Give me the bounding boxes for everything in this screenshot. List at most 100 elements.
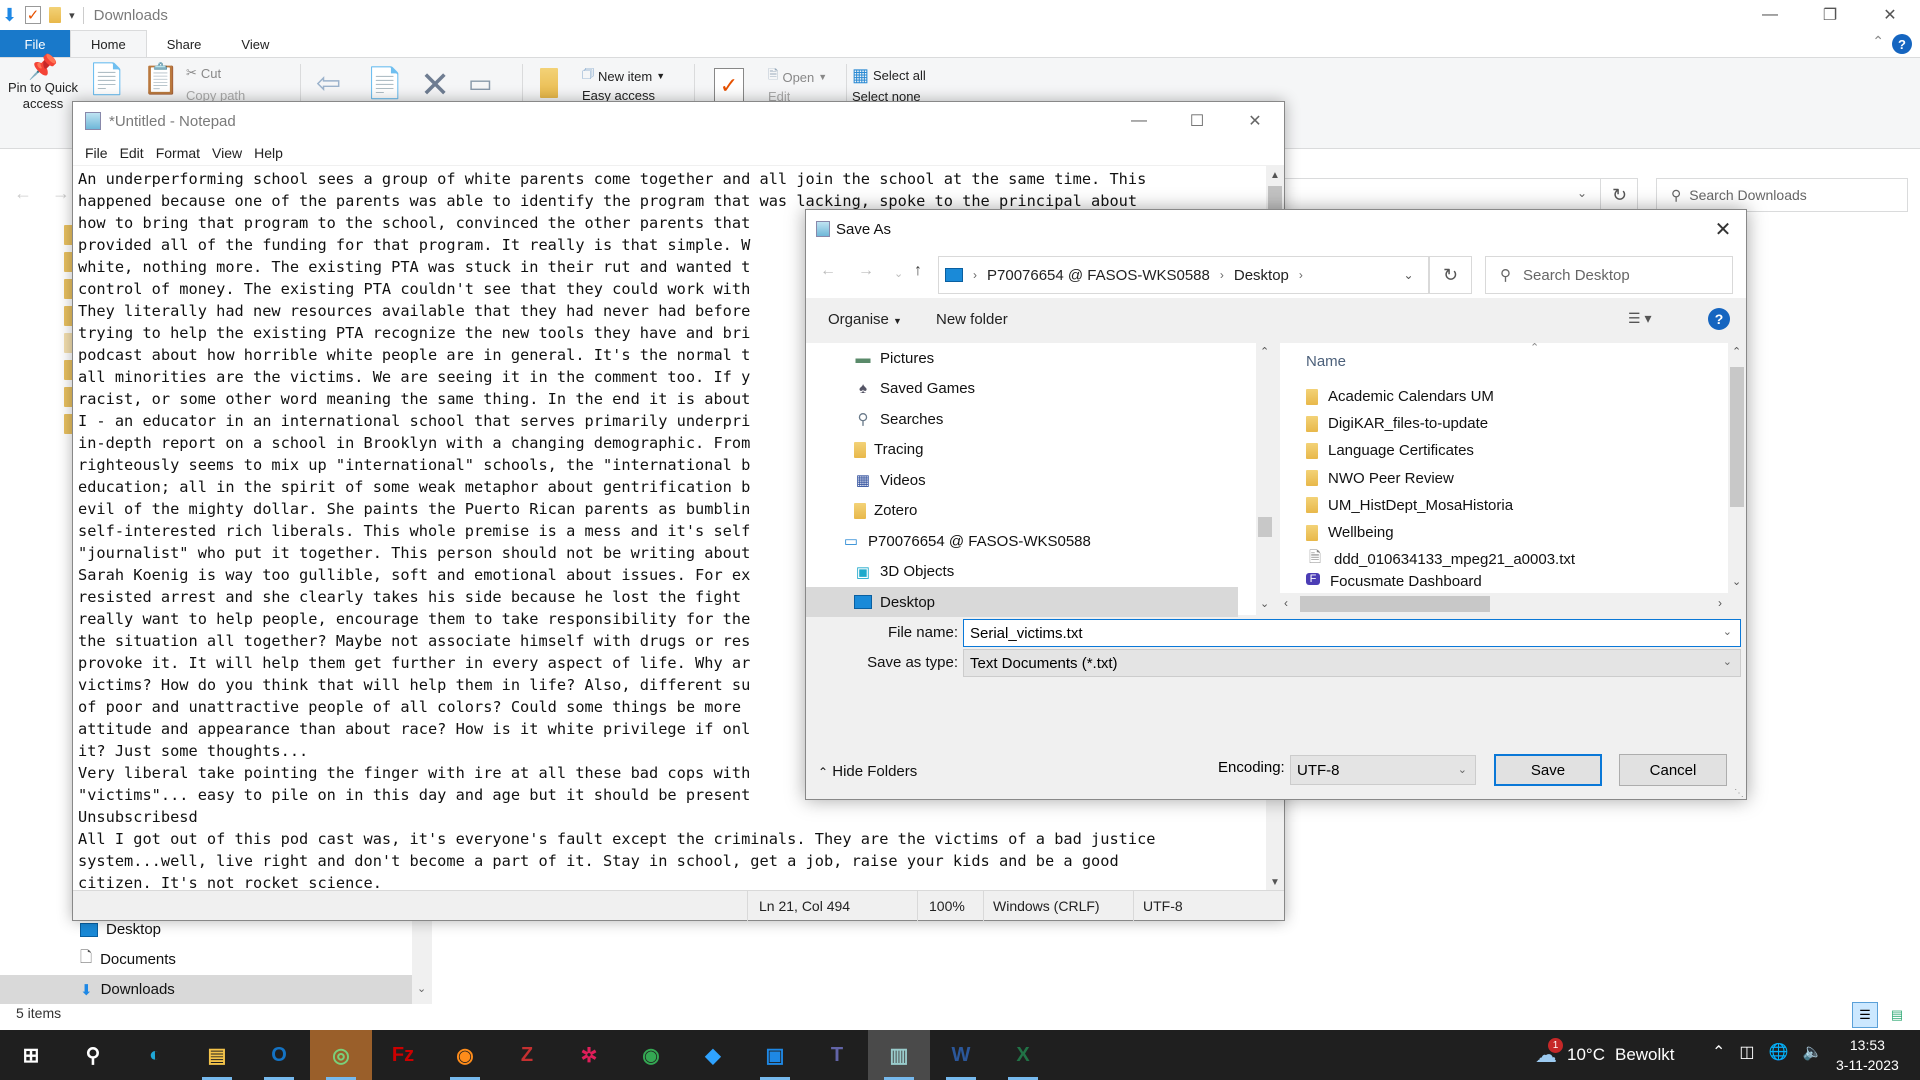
menu-format[interactable]: Format xyxy=(150,145,206,161)
taskbar-app-green-globe-icon[interactable]: ◎ xyxy=(310,1030,372,1080)
menu-edit[interactable]: Edit xyxy=(114,145,150,161)
menu-view[interactable]: View xyxy=(206,145,248,161)
taskbar-app-blue-tile-icon[interactable]: ▣ xyxy=(744,1030,806,1080)
network-icon[interactable]: 🌐 xyxy=(1769,1042,1789,1062)
dialog-help-icon[interactable]: ? xyxy=(1708,308,1730,330)
tree-item[interactable]: Desktop xyxy=(806,587,1238,617)
cut-button[interactable]: ✂ Cut xyxy=(186,65,221,81)
scrollbar-thumb[interactable] xyxy=(1300,596,1490,612)
new-folder-button[interactable] xyxy=(540,68,558,98)
breadcrumb-separator-icon[interactable]: › xyxy=(973,268,977,282)
new-folder-quick-icon[interactable] xyxy=(49,7,62,23)
copy-to-button[interactable]: 📄 xyxy=(366,66,403,101)
folder-tree-scrollbar[interactable]: ⌃ ⌄ xyxy=(1256,343,1274,615)
scroll-up-icon[interactable]: ▲ xyxy=(1266,166,1284,184)
battery-icon[interactable]: ◫ xyxy=(1739,1042,1754,1062)
file-list-item[interactable]: Wellbeing xyxy=(1280,519,1710,546)
file-list-item[interactable]: F Focusmate Dashboard xyxy=(1280,573,1710,589)
hide-folders-button[interactable]: ⌃ Hide Folders xyxy=(818,763,917,780)
dialog-close-button[interactable]: ✕ xyxy=(1700,210,1746,248)
taskbar-teams-icon[interactable]: T xyxy=(806,1030,868,1080)
properties-button[interactable]: ✓ xyxy=(714,68,744,104)
tab-view[interactable]: View xyxy=(221,30,289,58)
scroll-right-icon[interactable]: › xyxy=(1718,596,1722,610)
tree-item[interactable]: ▬ Pictures xyxy=(806,343,1238,373)
save-as-type-select[interactable]: Text Documents (*.txt) ⌄ xyxy=(963,649,1741,677)
open-button[interactable]: 🗎 Open ▼ xyxy=(768,66,827,88)
tree-item[interactable]: Zotero xyxy=(806,496,1238,526)
explorer-search-input[interactable]: ⚲ Search Downloads xyxy=(1656,178,1908,212)
taskbar-chrome-icon[interactable]: ◉ xyxy=(620,1030,682,1080)
change-view-button[interactable]: ☰ ▾ xyxy=(1628,310,1651,327)
encoding-select[interactable]: UTF-8 ⌄ xyxy=(1290,755,1476,785)
rename-button[interactable]: ▭ xyxy=(468,68,493,99)
new-item-button[interactable]: 🗇 New item ▼ xyxy=(582,65,665,87)
taskbar-slack-icon[interactable]: ✲ xyxy=(558,1030,620,1080)
scroll-left-icon[interactable]: ‹ xyxy=(1284,596,1288,610)
file-name-dropdown-icon[interactable]: ⌄ xyxy=(1723,625,1732,638)
easy-access-button[interactable]: Easy access xyxy=(582,88,655,102)
scrollbar-thumb[interactable] xyxy=(1730,367,1744,507)
scroll-up-icon[interactable]: ⌃ xyxy=(1732,345,1741,358)
clock[interactable]: 13:53 3-11-2023 xyxy=(1836,1035,1899,1075)
notepad-maximize-button[interactable]: ☐ xyxy=(1168,102,1226,140)
explorer-refresh-button[interactable]: ↻ xyxy=(1600,178,1638,212)
taskbar-firefox-icon[interactable]: ◉ xyxy=(434,1030,496,1080)
tree-item[interactable]: ▦ Videos xyxy=(806,465,1238,495)
explorer-address-bar[interactable]: ⌄ xyxy=(1280,178,1638,212)
organise-button[interactable]: Organise ▼ xyxy=(828,311,902,328)
taskbar-excel-icon[interactable]: X xyxy=(992,1030,1054,1080)
resize-grip-icon[interactable]: ⋱ xyxy=(1734,788,1744,799)
dialog-address-bar[interactable]: › P70076654 @ FASOS-WKS0588 › Desktop › … xyxy=(938,256,1430,294)
back-arrow-icon[interactable]: ← xyxy=(820,262,836,280)
taskbar-app-diamond-icon[interactable]: ◆ xyxy=(682,1030,744,1080)
file-list-item[interactable]: Language Certificates xyxy=(1280,437,1710,464)
delete-button[interactable]: ✕ xyxy=(420,64,450,106)
large-icons-view-icon[interactable]: ▤ xyxy=(1884,1002,1910,1028)
explorer-help-icon[interactable]: ? xyxy=(1892,34,1912,54)
menu-help[interactable]: Help xyxy=(248,145,289,161)
scroll-down-icon[interactable]: ⌄ xyxy=(1732,575,1741,588)
details-view-icon[interactable]: ☰ xyxy=(1852,1002,1878,1028)
recent-locations-icon[interactable]: ⌄ xyxy=(894,267,903,280)
tree-item[interactable]: ♠ Saved Games xyxy=(806,374,1238,404)
file-list-item[interactable]: UM_HistDept_MosaHistoria xyxy=(1280,492,1710,519)
scroll-down-icon[interactable]: ⌄ xyxy=(417,982,426,995)
file-list-vertical-scrollbar[interactable]: ⌃ ⌄ xyxy=(1728,343,1746,593)
save-button[interactable]: Save xyxy=(1494,754,1602,786)
scrollbar-thumb[interactable] xyxy=(1258,517,1272,537)
cancel-button[interactable]: Cancel xyxy=(1619,754,1727,786)
file-list-item[interactable]: 🗎 ddd_010634133_mpeg21_a0003.txt xyxy=(1280,546,1710,573)
taskbar-filezilla-icon[interactable]: Fz xyxy=(372,1030,434,1080)
scroll-down-icon[interactable]: ▼ xyxy=(1266,873,1284,891)
tab-share[interactable]: Share xyxy=(147,30,222,58)
explorer-close-button[interactable]: ✕ xyxy=(1860,0,1920,30)
new-folder-button[interactable]: New folder xyxy=(936,311,1008,328)
file-name-input[interactable]: Serial_victims.txt ⌄ xyxy=(963,619,1741,647)
sidebar-item-documents[interactable]: 🗋 Documents xyxy=(0,945,412,974)
taskbar-word-icon[interactable]: W xyxy=(930,1030,992,1080)
move-to-button[interactable]: ⇦ xyxy=(316,66,341,101)
paste-button[interactable]: 📋 xyxy=(142,62,179,97)
forward-arrow-icon[interactable]: → xyxy=(858,262,874,280)
taskbar-start-icon[interactable]: ⊞ xyxy=(0,1030,62,1080)
breadcrumb-desktop[interactable]: Desktop xyxy=(1234,267,1289,284)
volume-icon[interactable]: 🔈 xyxy=(1802,1042,1822,1062)
sidebar-scrollbar[interactable]: ⌄ xyxy=(412,915,432,1004)
save-type-dropdown-icon[interactable]: ⌄ xyxy=(1723,655,1732,668)
address-dropdown-icon[interactable]: ⌄ xyxy=(1389,257,1429,293)
file-list-item[interactable]: Academic Calendars UM xyxy=(1280,383,1710,410)
menu-file[interactable]: File xyxy=(79,145,114,161)
explorer-restore-button[interactable]: ❐ xyxy=(1800,0,1860,30)
taskbar-edge-icon[interactable]: ◐ xyxy=(124,1030,186,1080)
scroll-up-icon[interactable]: ⌃ xyxy=(1260,345,1269,358)
file-list-item[interactable]: DigiKAR_files-to-update xyxy=(1280,410,1710,437)
tree-item[interactable]: ▣ 3D Objects xyxy=(806,557,1238,587)
scroll-down-icon[interactable]: ⌄ xyxy=(1260,597,1269,610)
encoding-dropdown-icon[interactable]: ⌄ xyxy=(1458,763,1467,776)
up-arrow-icon[interactable]: ↑ xyxy=(914,262,922,280)
taskbar-notepad-icon[interactable]: ▥ xyxy=(868,1030,930,1080)
breadcrumb-separator-icon[interactable]: › xyxy=(1299,268,1303,282)
taskbar-outlook-icon[interactable]: O xyxy=(248,1030,310,1080)
collapse-ribbon-icon[interactable]: ⌃ xyxy=(1872,33,1884,50)
